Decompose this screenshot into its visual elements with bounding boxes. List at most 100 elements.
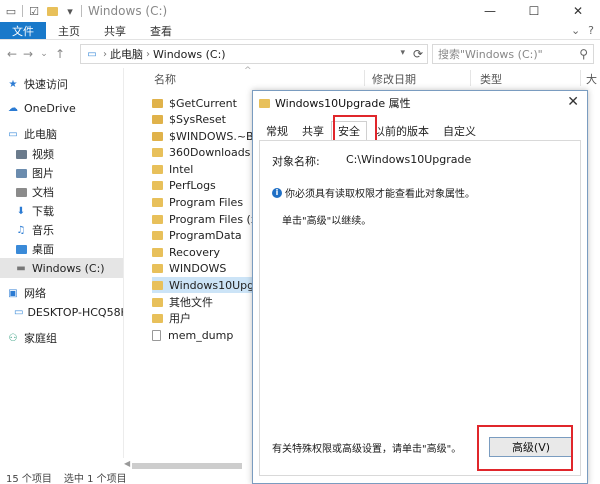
file-row-intel[interactable]: Intel [152, 161, 267, 177]
selection-count: 选中 1 个项目 [63, 473, 127, 484]
address-dropdown-icon[interactable]: ▾ [400, 48, 405, 58]
sidebar-item-onedrive[interactable]: ☁ OneDrive [0, 98, 123, 118]
file-name: Program Files [169, 195, 244, 209]
file-icon [152, 329, 161, 341]
file-row-program-files-x86[interactable]: Program Files (x86) [152, 211, 267, 227]
close-button[interactable]: ✕ [556, 0, 600, 22]
file-row-360downloads[interactable]: 360Downloads [152, 144, 267, 160]
file-row-sysreset[interactable]: $SysReset [152, 111, 267, 127]
address-bar[interactable]: ▭ › 此电脑 › Windows (C:) ▾ ⟳ [80, 44, 428, 64]
dialog-close-button[interactable]: ✕ [567, 94, 579, 110]
minimize-button[interactable]: — [468, 0, 512, 22]
tab-previous-versions[interactable]: 以前的版本 [367, 121, 436, 141]
sidebar-item-label: 视频 [32, 148, 54, 161]
tab-home[interactable]: 主页 [46, 22, 92, 39]
sidebar-item-downloads[interactable]: ⬇ 下载 [0, 201, 123, 221]
object-name-value: C:\Windows10Upgrade [346, 153, 472, 166]
file-row-getcurrent[interactable]: $GetCurrent [152, 95, 267, 111]
search-placeholder: 搜索"Windows (C:)" [438, 48, 543, 61]
file-row-windows-bt[interactable]: $WINDOWS.~BT [152, 128, 267, 144]
customize-dropdown-icon[interactable]: ▾ [63, 4, 77, 18]
file-row-users[interactable]: 用户 [152, 310, 267, 326]
tab-share[interactable]: 共享 [92, 22, 138, 39]
explorer-icon: ▭ [5, 4, 17, 18]
folder-icon [152, 114, 163, 124]
sidebar-item-music[interactable]: ♫ 音乐 [0, 220, 123, 240]
tab-file[interactable]: 文件 [0, 22, 46, 39]
properties-dialog: Windows10Upgrade 属性 ✕ 常规 共享 安全 以前的版本 自定义… [252, 90, 588, 484]
folder-icon [152, 180, 163, 190]
tab-general[interactable]: 常规 [259, 121, 295, 141]
tab-view[interactable]: 查看 [138, 22, 184, 39]
recent-dropdown-icon[interactable]: ⌄ [36, 49, 52, 59]
sidebar-item-this-pc[interactable]: ▭ 此电脑 [0, 124, 123, 144]
up-arrow-icon[interactable]: ↑ [52, 47, 68, 61]
breadcrumb-drive-c[interactable]: Windows (C:) [153, 48, 226, 61]
sidebar-item-videos[interactable]: 视频 [0, 144, 123, 164]
column-divider[interactable] [364, 70, 365, 86]
sidebar-item-label: 音乐 [32, 224, 54, 237]
sidebar-item-documents[interactable]: 文档 [0, 182, 123, 202]
file-name: Recovery [169, 245, 221, 259]
separator [22, 5, 23, 17]
new-folder-icon[interactable] [45, 4, 59, 18]
file-row-windows10upgrade[interactable]: ✓Windows10Upgrade [152, 277, 267, 293]
file-row-recovery[interactable]: Recovery [152, 244, 267, 260]
file-row-perflogs[interactable]: PerfLogs [152, 177, 267, 193]
column-modified[interactable]: 修改日期 [372, 71, 416, 87]
maximize-button[interactable]: ☐ [512, 0, 556, 22]
sidebar-item-desktop[interactable]: 桌面 [0, 239, 123, 259]
file-name: WINDOWS [169, 261, 227, 275]
properties-icon[interactable]: ☑ [27, 4, 41, 18]
expand-ribbon-icon[interactable]: ⌄ [571, 24, 580, 37]
help-icon[interactable]: ? [588, 24, 594, 37]
folder-icon [152, 313, 163, 323]
sidebar-item-quick-access[interactable]: ★ 快速访问 [0, 74, 123, 94]
highlight-advanced-button [477, 425, 573, 471]
sidebar-item-network[interactable]: ▣ 网络 [0, 283, 123, 303]
scroll-left-icon[interactable]: ◀ [124, 459, 130, 468]
file-name: 其他文件 [169, 296, 213, 309]
folder-icon [152, 164, 163, 174]
computer-icon: ▭ [87, 48, 97, 60]
sidebar-item-label: OneDrive [24, 101, 76, 115]
column-divider[interactable] [580, 70, 581, 86]
chevron-right-icon[interactable]: › [146, 49, 150, 60]
forward-arrow-icon[interactable]: → [20, 47, 36, 61]
pictures-folder-icon [14, 167, 28, 179]
folder-icon [152, 214, 163, 224]
folder-icon [152, 197, 163, 207]
sidebar-item-label: 图片 [32, 167, 54, 180]
file-row-other-files[interactable]: 其他文件 [152, 294, 267, 310]
column-size[interactable]: 大 [586, 71, 597, 87]
file-name: PerfLogs [169, 178, 216, 192]
file-row-programdata[interactable]: ProgramData [152, 227, 267, 243]
chevron-right-icon[interactable]: › [103, 49, 107, 60]
search-icon[interactable]: ⚲ [579, 47, 588, 61]
file-row-windows[interactable]: WINDOWS [152, 260, 267, 276]
file-row-program-files[interactable]: Program Files [152, 194, 267, 210]
sidebar-item-pictures[interactable]: 图片 [0, 163, 123, 183]
refresh-icon[interactable]: ⟳ [413, 47, 423, 61]
search-input[interactable]: 搜索"Windows (C:)" ⚲ [432, 44, 594, 64]
sidebar-item-homegroup[interactable]: ⚇ 家庭组 [0, 328, 123, 348]
sidebar-item-drive-c[interactable]: ▬ Windows (C:) [0, 258, 123, 278]
tab-sharing[interactable]: 共享 [295, 121, 331, 141]
scrollbar-thumb[interactable] [132, 463, 242, 469]
tab-customize[interactable]: 自定义 [436, 121, 483, 141]
folder-icon [46, 6, 58, 16]
documents-folder-icon [14, 186, 28, 198]
title-bar: ▭ ☑ ▾ Windows (C:) — ☐ ✕ [0, 0, 600, 22]
file-name: $GetCurrent [169, 96, 237, 110]
computer-icon: ▭ [8, 128, 18, 140]
column-name[interactable]: 名称 [154, 71, 176, 87]
column-divider[interactable] [470, 70, 471, 86]
file-row-mem-dump[interactable]: mem_dump [152, 327, 267, 343]
breadcrumb-this-pc[interactable]: 此电脑 [110, 46, 143, 62]
folder-icon [152, 263, 163, 273]
column-type[interactable]: 类型 [480, 71, 502, 87]
folder-icon [152, 131, 163, 141]
back-arrow-icon[interactable]: ← [4, 47, 20, 61]
sort-ascending-icon: ^ [244, 66, 252, 76]
sidebar-item-desktop-pc[interactable]: ▭ DESKTOP-HCQ58H [0, 302, 123, 322]
